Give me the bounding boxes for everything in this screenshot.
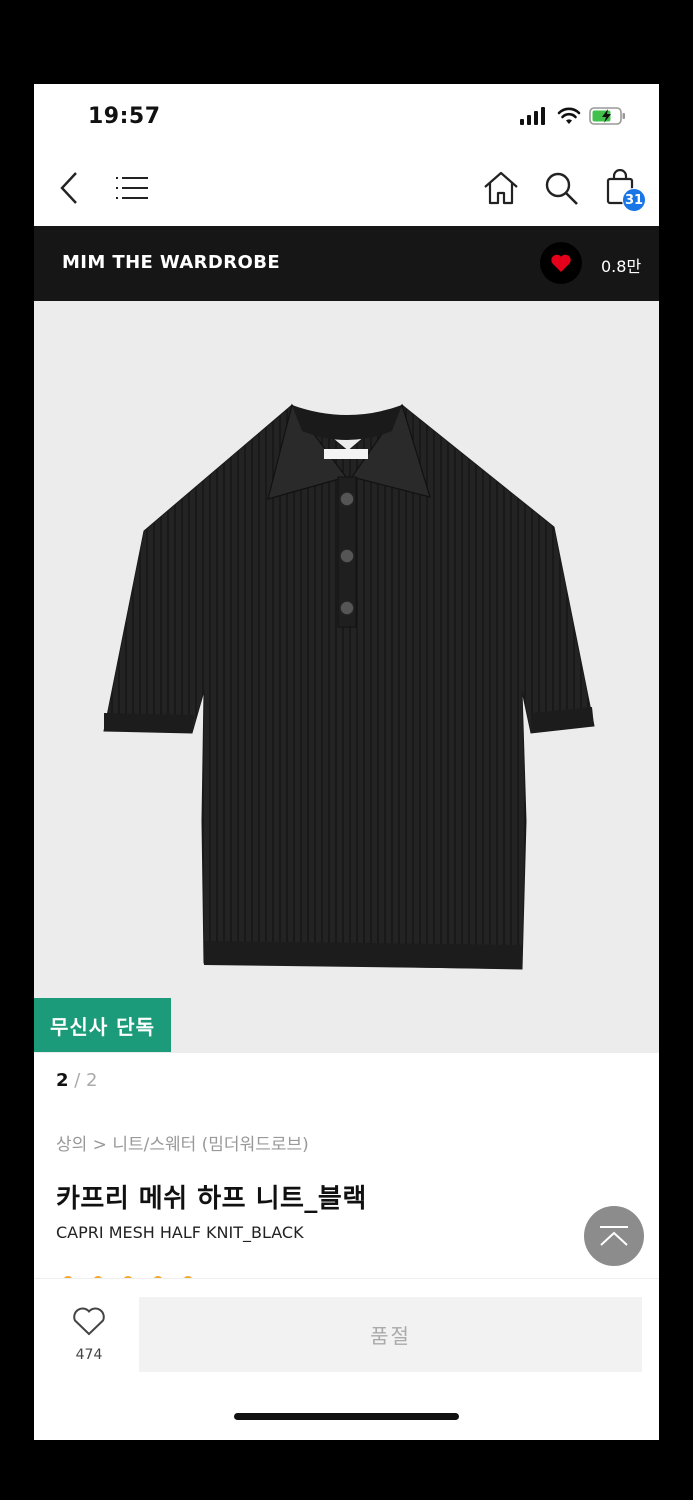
wifi-icon <box>557 107 581 124</box>
exclusive-badge: 무신사 단독 <box>34 998 171 1052</box>
brand-like-button[interactable] <box>540 242 582 284</box>
hamburger-menu-icon <box>116 177 148 199</box>
brand-bar[interactable]: MIM THE WARDROBE 0.8만 <box>34 226 659 301</box>
brand-name[interactable]: MIM THE WARDROBE <box>62 252 280 273</box>
back-button[interactable] <box>48 166 92 210</box>
image-pager: 2 / 2 <box>56 1070 98 1091</box>
arrow-up-icon <box>600 1226 628 1246</box>
product-title-english: CAPRI MESH HALF KNIT_BLACK <box>56 1223 304 1242</box>
status-bar: 19:57 <box>34 84 659 152</box>
battery-charging-icon <box>589 107 625 125</box>
brand-like-count: 0.8만 <box>601 257 642 276</box>
status-icons <box>519 106 627 126</box>
top-nav-bar: 31 <box>34 152 659 226</box>
sold-out-button[interactable]: 품절 <box>139 1297 642 1372</box>
pager-current: 2 <box>56 1070 69 1091</box>
scroll-to-top-button[interactable] <box>584 1206 644 1266</box>
status-time: 19:57 <box>88 104 161 129</box>
product-title-korean: 카프리 메쉬 하프 니트_블랙 <box>56 1184 367 1214</box>
signal-icon <box>520 107 545 125</box>
cart-count-badge: 31 <box>622 188 646 212</box>
product-like-button[interactable]: 474 <box>64 1305 114 1363</box>
product-image-carousel[interactable]: 무신사 단독 <box>34 301 659 1053</box>
search-icon <box>545 172 578 205</box>
app-screen: 19:57 31 MIM THE WARDROBE 0.8만 무신사 단독 2 … <box>34 84 659 1440</box>
home-indicator <box>234 1413 459 1420</box>
home-icon <box>484 171 518 205</box>
heart-outline-icon <box>73 1307 105 1336</box>
bottom-purchase-bar: 474 품절 <box>34 1278 659 1440</box>
pager-total: / 2 <box>68 1070 98 1091</box>
polo-knit-shirt-image <box>103 403 595 970</box>
menu-button[interactable] <box>110 166 154 210</box>
cart-button[interactable]: 31 <box>598 166 646 212</box>
chevron-left-icon <box>60 172 77 204</box>
rating-row-partial <box>56 1268 356 1278</box>
heart-filled-icon <box>551 254 571 272</box>
product-like-count: 474 <box>75 1347 103 1363</box>
home-button[interactable] <box>479 166 523 210</box>
search-button[interactable] <box>539 166 583 210</box>
category-breadcrumb[interactable]: 상의 > 니트/스웨터 (밈더워드로브) <box>56 1130 309 1155</box>
